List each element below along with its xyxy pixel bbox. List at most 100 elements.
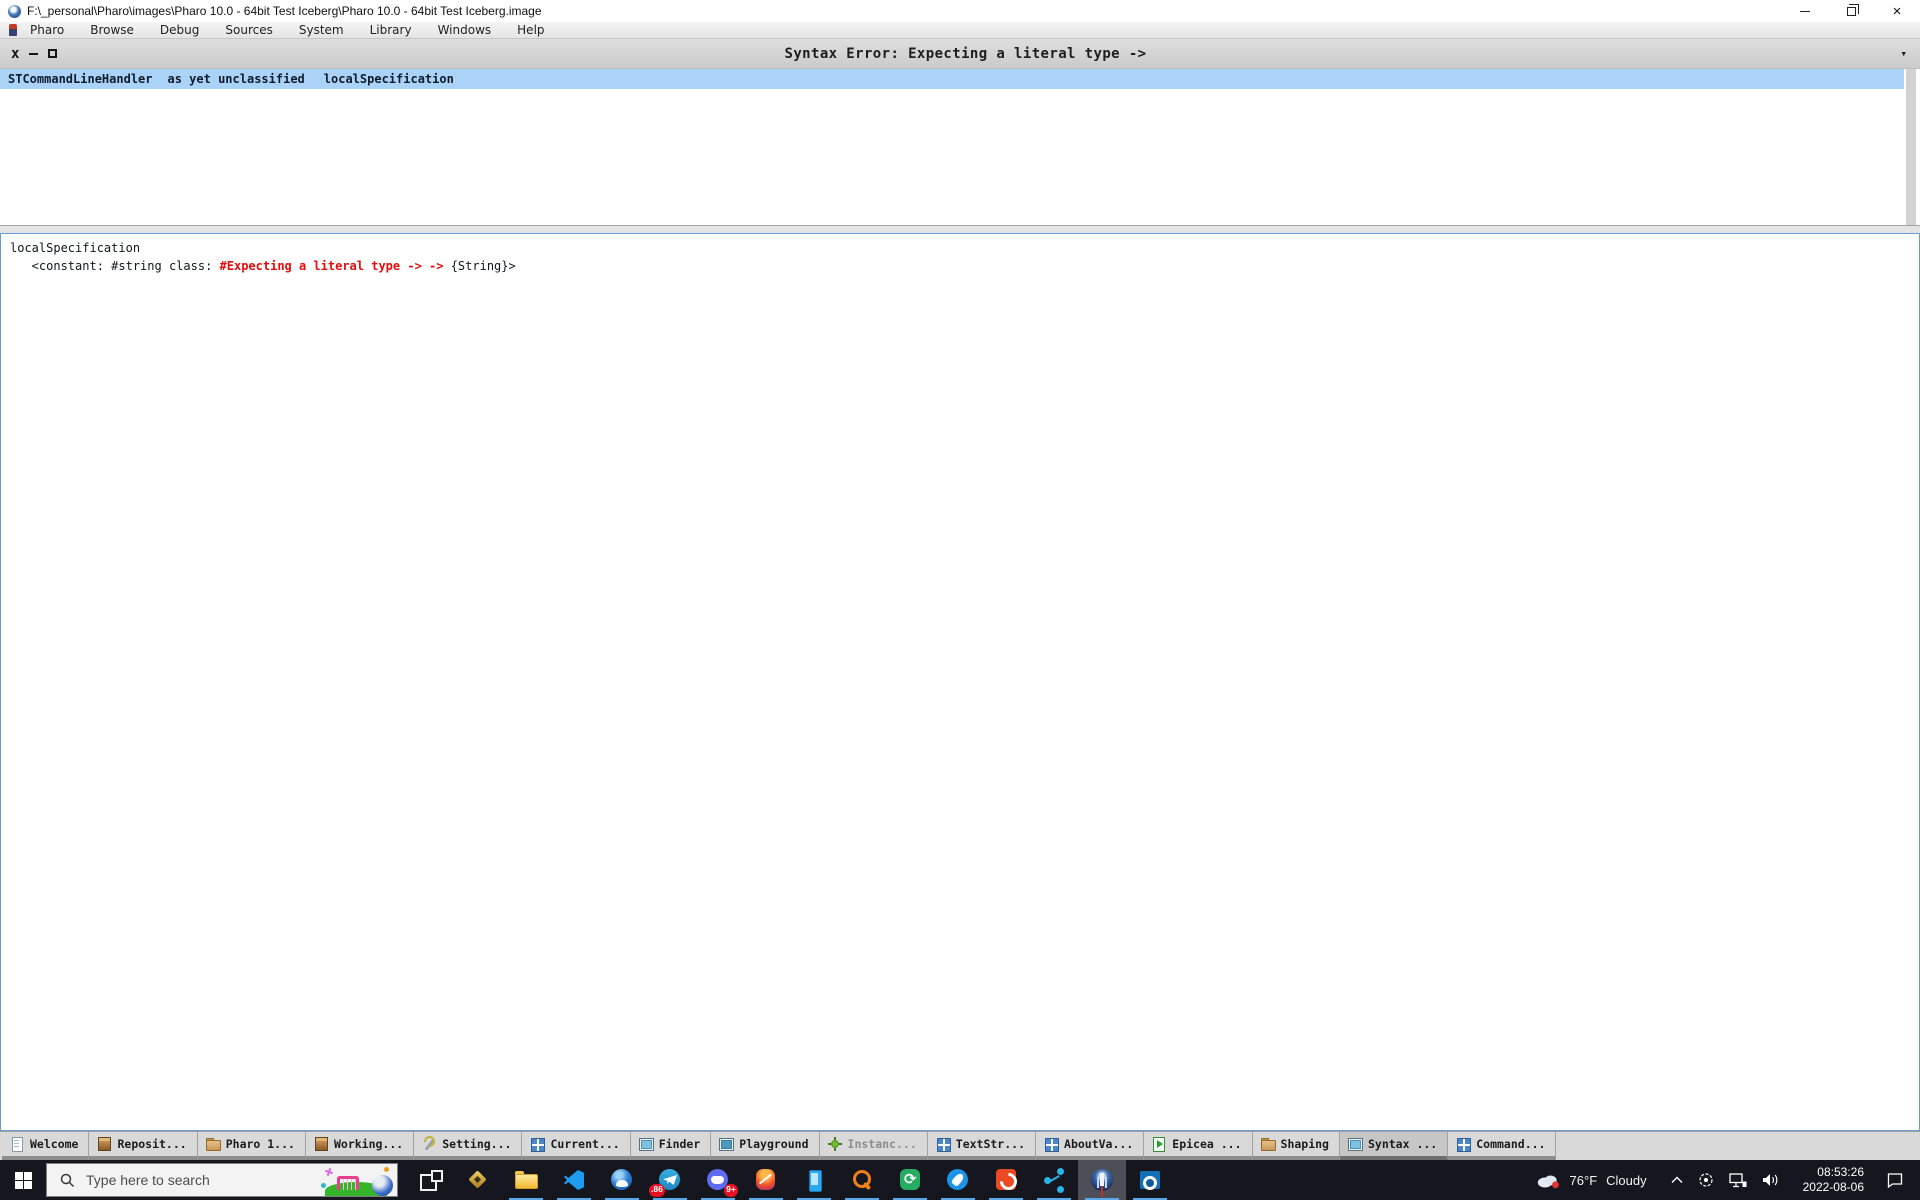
menu-item[interactable]: Browse [77,23,147,37]
vertical-scrollbar[interactable] [1906,69,1916,225]
windows-titlebar: F:\_personal\Pharo\images\Pharo 10.0 - 6… [0,0,1920,22]
volume-icon[interactable] [1762,1173,1779,1187]
class-name: STCommandLineHandler [8,72,153,86]
temperature-label: 76°F [1569,1172,1598,1188]
pharo-taskbar-button-label: TextStr... [955,1137,1026,1151]
pharo-taskbar-button-textstring[interactable]: TextStr... [927,1132,1037,1160]
taskbar-app-icons: .86 9+ [406,1160,1174,1200]
taskbar-search[interactable]: Type here to search [46,1163,398,1197]
show-hidden-icons-chevron-icon[interactable] [1671,1176,1683,1184]
syntax-window-title: Syntax Error: Expecting a literal type -… [784,45,1147,62]
taskbar-app-button-compass[interactable] [454,1160,502,1200]
code-text: <constant: #string class: [10,259,220,273]
pharo-taskbar-button-settings[interactable]: Setting... [414,1132,523,1160]
pharo-taskbar-button-aboutvalue[interactable]: AboutVa... [1036,1132,1145,1160]
selected-method-row[interactable]: STCommandLineHandler as yet unclassified… [0,69,1904,89]
menu-item[interactable]: Sources [212,23,285,37]
syntax-error-text: #Expecting a literal type -> -> [219,259,444,273]
monkey-icon [753,1167,779,1193]
taskbar-app-button-search-app[interactable] [838,1160,886,1200]
close-button[interactable]: × [1874,0,1920,22]
taskbar-app-button-monkey-app[interactable] [742,1160,790,1200]
grid-icon [529,1136,546,1152]
weather-widget[interactable]: 76°F Cloudy [1524,1171,1659,1189]
window-menu-chevron-icon[interactable]: ▾ [1840,47,1920,60]
taskbar-app-button-outlook[interactable] [1126,1160,1174,1200]
taskbar-app-button-your-phone[interactable] [790,1160,838,1200]
pharo-taskbar-button-shaping[interactable]: Shaping [1252,1132,1340,1160]
restore-icon [1846,3,1859,16]
menu-item[interactable]: Help [504,23,557,37]
pharo-taskbar-button-label: Current... [550,1137,620,1151]
pharo-taskbar-button-syntax-error[interactable]: Syntax ... [1339,1132,1449,1160]
code-line-selector: localSpecification [10,241,141,255]
pharo-taskbar-button-label: AboutVa... [1064,1137,1134,1151]
pharo-taskbar-button-command[interactable]: Command... [1448,1132,1557,1160]
menu-item[interactable]: Pharo [17,23,77,37]
taskbar-app-button-pharo[interactable] [1078,1160,1126,1200]
menu-item[interactable]: System [286,23,357,37]
time-label: 08:53:26 [1817,1165,1864,1179]
rocket-icon [945,1167,971,1193]
welcome-icon [9,1136,25,1152]
menu-item[interactable]: Library [357,23,425,37]
notification-badge: 9+ [724,1184,738,1197]
pharo-mascot-icon [9,24,17,36]
window-controls: × [1782,0,1920,22]
start-button[interactable] [0,1160,46,1200]
pharo-taskbar-button-label: Playground [739,1137,809,1151]
pharo-taskbar-button-label: Working... [333,1137,404,1151]
close-window-icon[interactable]: x [11,46,19,62]
pharo-taskbar-button-finder[interactable]: Finder [630,1132,712,1160]
pharo-taskbar-button-current[interactable]: Current... [522,1132,631,1160]
message-list-pane[interactable]: STCommandLineHandler as yet unclassified… [0,69,1920,226]
windows-taskbar: Type here to search .86 9+ ⟳ 76°F Cloudy… [0,1160,1920,1200]
taskbar-clock[interactable]: 08:53:26 2022-08-06 [1791,1165,1876,1195]
pharo-taskbar-button-label: Reposit... [117,1137,187,1151]
taskbar-app-button-telegram[interactable]: .86 [646,1160,694,1200]
taskbar-app-button-file-explorer[interactable] [502,1160,550,1200]
menu-item[interactable]: Debug [147,23,212,37]
taskbar-app-button-sync-app[interactable] [886,1160,934,1200]
pharo-taskbar-button-playground[interactable]: Playground [711,1132,820,1160]
collapse-window-icon[interactable] [29,52,39,55]
search-icon [60,1173,75,1188]
date-label: 2022-08-06 [1802,1180,1864,1194]
settings-icon [421,1136,437,1152]
syntax-window-controls: x [11,46,91,62]
pharo-taskbar-button-label: Setting... [442,1137,512,1151]
code-text-tail: {String}> [443,259,516,273]
syntax-window-titlebar[interactable]: x Syntax Error: Expecting a literal type… [0,39,1920,69]
taskbar-app-button-pdf-app[interactable] [982,1160,1030,1200]
code-line-pragma: <constant: #string class: #Expecting a l… [10,257,1919,275]
pharo-taskbar-button-repositories[interactable]: Reposit... [89,1132,198,1160]
folder-icon [1260,1136,1276,1152]
taskbar-app-button-vscode[interactable] [550,1160,598,1200]
code-editor[interactable]: localSpecification <constant: #string cl… [0,233,1920,1131]
weather-cloud-icon [1536,1171,1561,1189]
taskbar-app-button-discord[interactable]: 9+ [694,1160,742,1200]
pharo-taskbar-button-working-copy[interactable]: Working... [305,1132,415,1160]
expand-window-icon[interactable] [48,49,58,58]
pharo-taskbar-button-welcome[interactable]: Welcome [2,1132,90,1160]
taskbar-app-button-rocket-app[interactable] [934,1160,982,1200]
pharo-taskbar-button-pharo-folder[interactable]: Pharo 1... [197,1132,306,1160]
pharo-taskbar-button-instance[interactable]: Instanc... [819,1132,928,1160]
selector-name: localSpecification [323,72,454,86]
bug-icon [826,1136,843,1152]
pharo-taskbar-button-epicea[interactable]: Epicea ... [1144,1132,1253,1160]
task-view-icon [417,1167,443,1193]
restore-button[interactable] [1828,0,1874,22]
pharo-taskbar-button-label: Finder [658,1137,701,1151]
action-center-button[interactable] [1876,1172,1920,1188]
menu-item[interactable]: Windows [425,23,505,37]
network-icon[interactable] [1728,1172,1747,1188]
folder-icon [205,1136,221,1152]
people-icon[interactable] [1698,1172,1714,1188]
taskbar-app-button-browser[interactable] [598,1160,646,1200]
minimize-button[interactable] [1782,0,1828,22]
window-icon [1347,1136,1363,1152]
taskbar-app-button-task-view[interactable] [406,1160,454,1200]
taskbar-app-button-share-app[interactable] [1030,1160,1078,1200]
pharo-taskbar-button-label: Command... [1476,1137,1546,1151]
